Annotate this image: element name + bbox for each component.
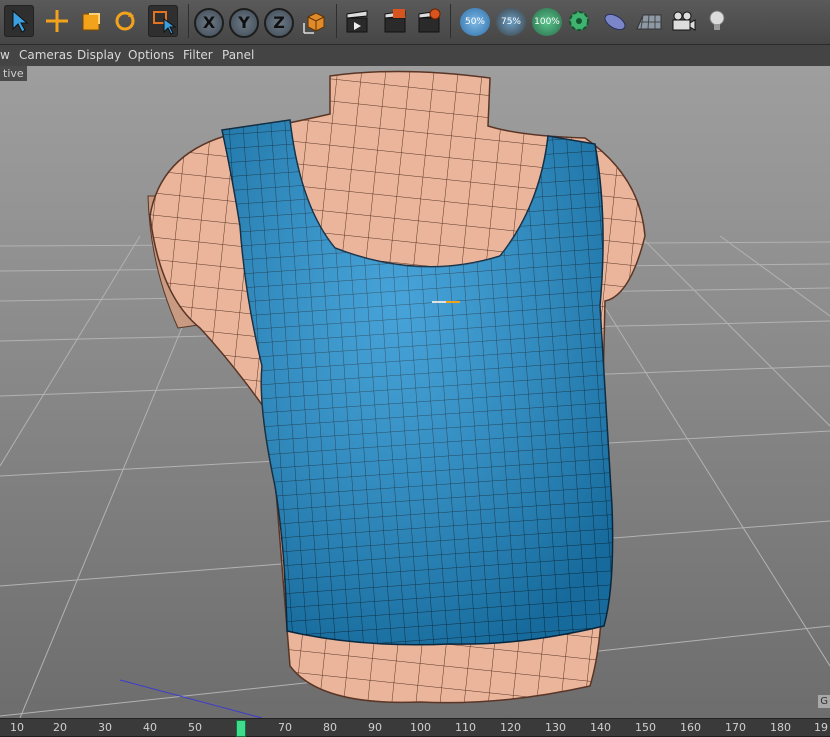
viewport-mode-label[interactable]: tive: [0, 66, 27, 81]
light-bulb-icon: [709, 10, 725, 30]
move-tool-button[interactable]: [42, 5, 72, 37]
timeline-tick: 170: [725, 721, 746, 734]
select-tool-button[interactable]: [4, 5, 34, 37]
3d-viewport[interactable]: tive G: [0, 66, 830, 718]
timeline-tick: 19: [814, 721, 828, 734]
viewport-corner-label: G: [818, 695, 830, 708]
cursor-icon: [12, 9, 29, 33]
timeline-tick: 20: [53, 721, 67, 734]
timeline-playhead[interactable]: [236, 720, 246, 737]
timeline-ruler[interactable]: 10 20 30 40 50 70 80 90 100 110 120 130 …: [0, 718, 830, 737]
timeline-tick: 80: [323, 721, 337, 734]
timeline-tick: 130: [545, 721, 566, 734]
lod-100-button[interactable]: 100%: [532, 8, 562, 36]
clapper-region-icon: [384, 9, 406, 33]
capsule-icon: [604, 13, 626, 31]
rotate-tool-button[interactable]: [110, 5, 140, 37]
live-selection-icon: [153, 11, 177, 35]
menu-cameras[interactable]: Cameras: [19, 48, 72, 62]
clapper-icon: [346, 10, 368, 33]
timeline-tick: 40: [143, 721, 157, 734]
menu-view[interactable]: w: [0, 48, 10, 62]
menu-panel[interactable]: Panel: [222, 48, 254, 62]
floor-grid-icon: [636, 14, 662, 30]
lod-75-button[interactable]: 75%: [496, 8, 526, 36]
main-toolbar: X Y Z 50% 75% 100%: [0, 0, 830, 45]
floor-button[interactable]: [634, 5, 664, 37]
generator-button[interactable]: [564, 5, 594, 37]
timeline-tick: 70: [278, 721, 292, 734]
timeline-tick: 100: [410, 721, 431, 734]
timeline-tick: 150: [635, 721, 656, 734]
camera-icon: [672, 11, 696, 31]
timeline-tick: 140: [590, 721, 611, 734]
scale-tool-button[interactable]: [76, 5, 106, 37]
y-axis-toggle[interactable]: Y: [229, 8, 259, 38]
z-axis-toggle[interactable]: Z: [264, 8, 294, 38]
viewport-menu-bar: w Cameras Display Options Filter Panel: [0, 45, 830, 67]
timeline-tick: 10: [10, 721, 24, 734]
timeline-tick: 30: [98, 721, 112, 734]
scale-icon: [82, 13, 100, 31]
render-view-button[interactable]: [342, 5, 372, 37]
render-region-button[interactable]: [380, 5, 410, 37]
menu-options[interactable]: Options: [128, 48, 174, 62]
timeline-tick: 110: [455, 721, 476, 734]
timeline-tick: 180: [770, 721, 791, 734]
cube-axis-icon: [303, 12, 325, 34]
x-axis-toggle[interactable]: X: [194, 8, 224, 38]
timeline-tick: 160: [680, 721, 701, 734]
menu-display[interactable]: Display: [77, 48, 121, 62]
live-selection-button[interactable]: [148, 5, 178, 37]
gear-icon: [569, 11, 589, 31]
scene-canvas: [0, 70, 830, 718]
camera-button[interactable]: [668, 5, 698, 37]
toolbar-separator: [188, 4, 189, 38]
deformer-button[interactable]: [600, 5, 630, 37]
world-axis-line: [119, 679, 263, 718]
light-button[interactable]: [702, 5, 732, 37]
rotate-icon: [115, 11, 135, 31]
coordinate-system-button[interactable]: [300, 5, 330, 37]
timeline-tick: 90: [368, 721, 382, 734]
timeline-tick: 50: [188, 721, 202, 734]
move-icon: [46, 10, 68, 32]
toolbar-separator: [450, 4, 451, 38]
render-settings-button[interactable]: [414, 5, 444, 37]
timeline-tick: 120: [500, 721, 521, 734]
menu-filter[interactable]: Filter: [183, 48, 213, 62]
clapper-gear-icon: [418, 8, 441, 33]
toolbar-separator: [336, 4, 337, 38]
lod-50-button[interactable]: 50%: [460, 8, 490, 36]
